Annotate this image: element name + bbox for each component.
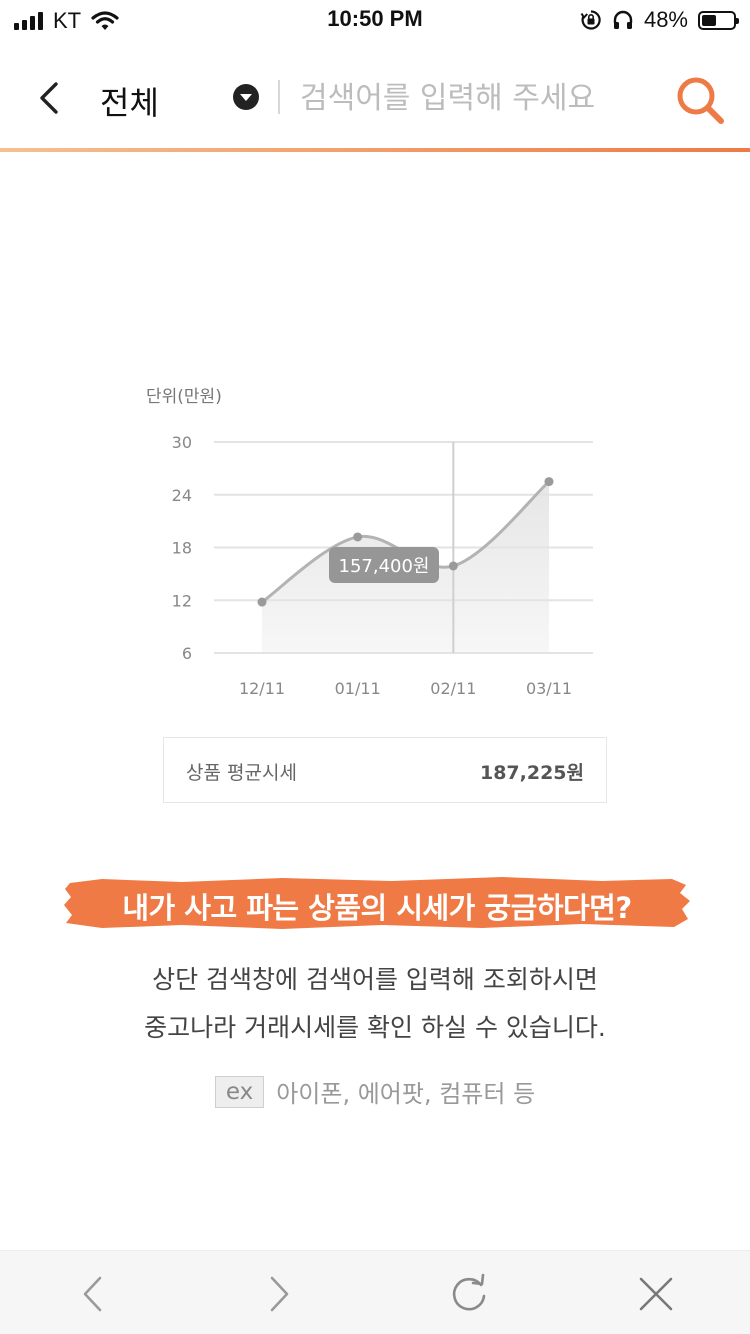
headphones-icon — [613, 10, 633, 29]
browser-toolbar — [0, 1250, 750, 1334]
average-price-box: 상품 평균시세 187,225원 — [163, 737, 607, 803]
promo-description-line2: 중고나라 거래시세를 확인 하실 수 있습니다. — [144, 1013, 606, 1042]
promo-description-line1: 상단 검색창에 검색어를 입력해 조회하시면 — [152, 965, 598, 994]
y-tick-label: 30 — [172, 433, 192, 452]
example-badge: ex — [214, 1075, 265, 1108]
dropdown-circle-icon[interactable] — [233, 84, 259, 110]
search-examples: ex 아이폰, 에어팟, 컴퓨터 등 — [0, 1074, 750, 1109]
search-divider — [278, 80, 280, 114]
orientation-lock-icon — [580, 10, 601, 30]
x-tick-label: 12/11 — [239, 679, 285, 698]
battery-icon — [698, 10, 739, 30]
y-tick-label: 12 — [172, 591, 192, 610]
search-header: 전체 — [0, 52, 750, 148]
data-point — [257, 597, 267, 607]
back-arrow-icon[interactable] — [70, 1271, 116, 1317]
data-point — [353, 532, 363, 542]
app-screen: KT 10:50 PM 48% 전체 검색어를 입력해 주세요 단위(만원) 3… — [0, 0, 750, 1334]
average-price-label: 상품 평균시세 — [186, 762, 297, 784]
promo-banner: 내가 사고 파는 상품의 시세가 궁금하다면? — [62, 875, 692, 931]
status-bar: KT 10:50 PM 48% — [0, 0, 750, 40]
tooltip-label: 157,400원 — [339, 556, 430, 577]
search-icon[interactable] — [672, 74, 728, 124]
close-icon[interactable] — [633, 1271, 679, 1317]
price-chart: 단위(만원) 30 24 18 12 6 12/11 01/11 02/11 03/11 157,… — [130, 370, 630, 710]
y-tick-label: 24 — [172, 486, 192, 505]
data-point — [544, 477, 554, 487]
chevron-left-icon[interactable] — [30, 76, 70, 120]
data-point — [448, 561, 458, 571]
battery-percent: 48% — [643, 7, 688, 32]
search-input[interactable] — [300, 74, 602, 122]
forward-arrow-icon[interactable] — [256, 1271, 302, 1317]
x-tick-label: 02/11 — [430, 679, 476, 698]
refresh-icon[interactable] — [446, 1271, 492, 1317]
x-tick-label: 03/11 — [526, 679, 572, 698]
x-tick-label: 01/11 — [335, 679, 381, 698]
average-price-value: 187,225원 — [479, 762, 584, 784]
chart-canvas: 30 24 18 12 6 12/11 01/11 02/11 03/11 157,400원 — [172, 433, 593, 698]
status-right: 48% — [580, 7, 739, 33]
category-selector-label[interactable]: 전체 — [100, 78, 159, 124]
y-tick-label: 18 — [172, 539, 192, 558]
promo-headline: 내가 사고 파는 상품의 시세가 궁금하다면? — [122, 891, 632, 925]
y-tick-label: 6 — [182, 644, 192, 663]
header-accent-line — [0, 148, 750, 152]
example-keywords: 아이폰, 에어팟, 컴퓨터 등 — [276, 1080, 536, 1108]
